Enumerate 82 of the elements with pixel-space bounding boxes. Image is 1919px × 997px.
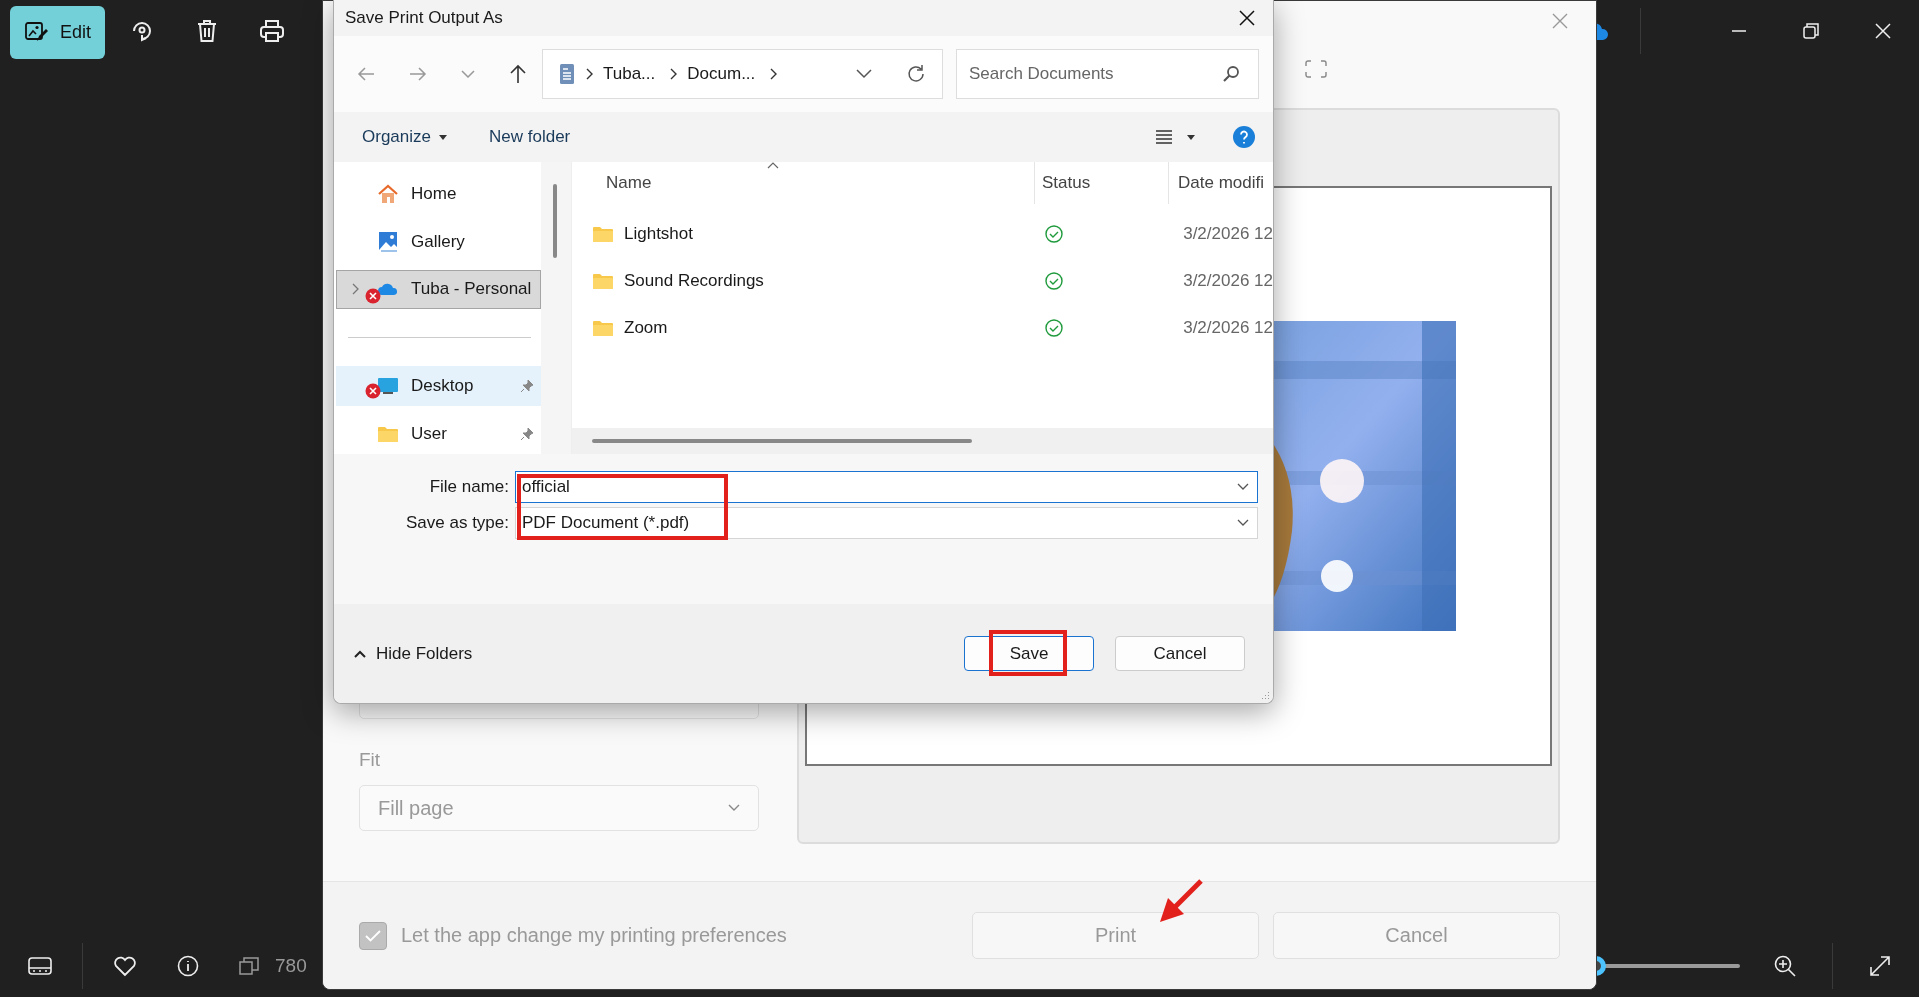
date-text: 3/2/2026 12: [1183, 270, 1273, 291]
filmstrip-icon[interactable]: [28, 957, 52, 975]
up-icon[interactable]: [509, 64, 527, 84]
scrollbar-thumb[interactable]: [592, 439, 972, 443]
restore-icon[interactable]: [1803, 23, 1819, 39]
forward-icon[interactable]: [409, 66, 427, 82]
checkmark-icon: [365, 929, 381, 942]
date-text: 3/2/2026 12: [1183, 223, 1273, 244]
file-name[interactable]: Lightshot: [624, 223, 693, 244]
image-icon: [378, 230, 398, 253]
folder-icon: [592, 224, 614, 243]
nav-item[interactable]: User: [336, 414, 541, 454]
back-icon[interactable]: [357, 66, 375, 82]
search-icon: [1222, 65, 1240, 83]
check-circle-icon: [1045, 318, 1064, 337]
chevron-right-icon: [585, 68, 593, 80]
chevron-down-icon[interactable]: [856, 69, 872, 79]
field-label: File name:: [428, 477, 510, 497]
search-input[interactable]: Search Documents: [967, 63, 1222, 85]
caret-icon: [439, 134, 447, 140]
hide-folders-button[interactable]: Hide Folders: [348, 642, 479, 665]
check-circle-icon: [1045, 271, 1064, 290]
file-type-dropdown[interactable]: PDF Document (*.pdf): [515, 507, 1258, 539]
view-list-icon[interactable]: [1155, 130, 1173, 144]
chevron-right-icon[interactable]: [351, 283, 359, 296]
save-button[interactable]: Save: [964, 636, 1094, 671]
date-text: 3/2/2026 12: [1183, 317, 1273, 338]
cancel-button[interactable]: Cancel: [1115, 636, 1245, 671]
expand-icon[interactable]: [1869, 955, 1891, 977]
chevron-up-icon: [354, 649, 366, 658]
nav-item[interactable]: Home: [336, 174, 541, 214]
pin-icon[interactable]: [520, 427, 534, 442]
file-name[interactable]: Sound Recordings: [624, 270, 764, 291]
field-label: Save as type:: [405, 513, 510, 533]
chevron-down-icon[interactable]: [1237, 483, 1249, 491]
nav-item[interactable]: Desktop: [336, 366, 541, 407]
print-icon[interactable]: [259, 19, 286, 43]
caret-icon[interactable]: [1187, 134, 1195, 140]
image-edit-icon: [24, 20, 48, 44]
file-name-field[interactable]: official: [515, 471, 1258, 503]
image-dimensions: 780: [275, 955, 307, 977]
sort-caret-icon[interactable]: [767, 162, 779, 169]
address-bar[interactable]: Tuba... Docum...: [542, 49, 943, 99]
search-field[interactable]: Search Documents: [956, 49, 1259, 99]
house-icon: [377, 183, 399, 204]
breadcrumb-item[interactable]: Tuba...: [603, 64, 656, 84]
folder-icon: [377, 425, 399, 444]
folder-icon: [592, 271, 614, 290]
nav-item[interactable]: Tuba - Personal: [336, 269, 541, 310]
breadcrumb-item[interactable]: Docum...: [687, 64, 756, 84]
resize-grip-icon[interactable]: [1260, 690, 1270, 700]
zoom-in-icon[interactable]: [1774, 955, 1796, 977]
fullscreen-icon[interactable]: [1305, 59, 1327, 78]
help-icon[interactable]: [1233, 126, 1255, 148]
chevron-right-icon: [769, 68, 778, 80]
check-circle-icon: [1045, 224, 1064, 243]
close-icon[interactable]: [1239, 10, 1255, 26]
refresh-icon[interactable]: [906, 64, 926, 84]
chevron-down-icon[interactable]: [1237, 519, 1249, 527]
column-header[interactable]: Status: [1034, 162, 1168, 204]
fit-label: Fit: [359, 749, 382, 771]
heart-icon[interactable]: [113, 955, 137, 977]
chevron-right-icon: [669, 68, 678, 80]
resolution-icon: [239, 957, 259, 975]
edit-button[interactable]: Edit: [10, 5, 106, 59]
monitor-icon: [377, 377, 399, 396]
column-header[interactable]: Name: [572, 162, 1034, 204]
checkbox-label: Let the app change my printing preferences: [401, 924, 787, 947]
scrollbar-thumb[interactable]: [553, 184, 557, 258]
info-icon[interactable]: [177, 955, 199, 977]
organize-menu[interactable]: Organize: [354, 123, 455, 151]
chevron-down-icon: [728, 804, 740, 812]
column-header[interactable]: Date modifi: [1168, 162, 1273, 204]
window-title: Save Print Output As: [345, 8, 503, 28]
new-folder-button[interactable]: New folder: [481, 123, 579, 151]
file-name[interactable]: Zoom: [624, 317, 668, 338]
arrow: [1158, 878, 1204, 924]
cloud-icon: [377, 282, 399, 297]
folder-icon: [592, 318, 614, 337]
pin-icon[interactable]: [520, 379, 534, 394]
document-icon: [559, 63, 575, 85]
nav-item[interactable]: Gallery: [336, 221, 541, 262]
